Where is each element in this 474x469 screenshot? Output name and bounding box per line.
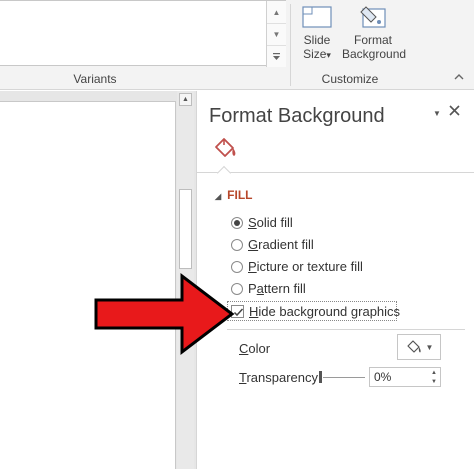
gallery-scroll-down-icon[interactable]: ▼ [267, 23, 286, 45]
fill-tab-paint-bucket-icon[interactable] [211, 137, 239, 163]
gradient-fill-option[interactable]: Gradient fill [231, 237, 314, 252]
gradient-fill-radio[interactable] [231, 238, 243, 251]
picture-fill-option[interactable]: Picture or texture fill [231, 259, 363, 274]
section-divider [227, 329, 465, 330]
variants-group-label: Variants [73, 72, 117, 86]
variants-gallery[interactable]: ▲ ▼ [0, 0, 286, 67]
transparency-label-text: ransparency [246, 370, 319, 385]
format-background-label-1: Format [353, 33, 392, 47]
tab-indicator [216, 165, 232, 181]
red-arrow-annotation [94, 272, 235, 356]
solid-fill-mnemonic: S [248, 215, 257, 230]
picture-fill-label: icture or texture fill [256, 259, 363, 274]
scroll-thumb[interactable] [179, 189, 192, 269]
hide-background-label: ide background graphics [258, 304, 401, 319]
pattern-fill-label: ttern fill [263, 281, 306, 296]
scroll-up-icon[interactable]: ▲ [179, 93, 192, 106]
collapse-ribbon-icon[interactable] [454, 72, 464, 84]
color-label-text: olor [248, 341, 271, 356]
format-background-label-2: Background [342, 47, 407, 61]
pane-options-dropdown-icon[interactable]: ▼ [433, 109, 441, 118]
hide-background-mnemonic: H [249, 304, 259, 319]
color-label: Color [239, 341, 270, 356]
hide-background-graphics-option[interactable]: Hide background graphics [231, 304, 400, 319]
slide-size-label-1: Slide [303, 33, 331, 47]
tab-divider [197, 172, 474, 173]
gradient-fill-mnemonic: G [248, 237, 259, 252]
fill-section-header[interactable]: ◢ FILL [215, 188, 252, 202]
picture-fill-mnemonic: P [248, 259, 257, 274]
collapse-triangle-icon: ◢ [215, 192, 222, 201]
gallery-scrollbar: ▲ ▼ [266, 1, 286, 67]
transparency-slider-thumb[interactable] [319, 371, 322, 383]
pattern-fill-option[interactable]: Pa ttern fill [231, 281, 306, 296]
gradient-fill-label: radient fill [258, 237, 314, 252]
gallery-more-icon[interactable] [267, 45, 286, 67]
color-picker-button[interactable]: ▼ [397, 334, 441, 360]
format-background-button[interactable]: Format Background [342, 2, 407, 68]
transparency-label: Transparency [239, 370, 318, 385]
chevron-down-icon: ▼ [425, 342, 434, 352]
pattern-fill-prefix: P [248, 281, 257, 296]
color-mnemonic: C [239, 341, 249, 356]
pane-title: Format Background [209, 105, 385, 127]
gallery-scroll-up-icon[interactable]: ▲ [267, 1, 286, 23]
format-background-icon [360, 6, 386, 28]
slide-size-label-2: Size▾ [303, 47, 331, 61]
customize-group-label: Customize [321, 72, 379, 86]
spin-up-icon[interactable]: ▲ [428, 368, 440, 377]
paint-bucket-icon [406, 340, 421, 353]
fill-section-label: FILL [227, 188, 253, 202]
solid-fill-radio[interactable] [231, 216, 243, 229]
ribbon: ▲ ▼ Variants Slide Size▾ Format Backgrou… [0, 0, 474, 90]
spin-down-icon[interactable]: ▼ [428, 377, 440, 386]
slide-size-icon [302, 6, 332, 28]
close-icon[interactable] [449, 103, 460, 121]
group-separator [290, 4, 291, 86]
slide-size-button[interactable]: Slide Size▾ [296, 2, 338, 68]
transparency-slider-track[interactable] [323, 377, 365, 378]
pattern-fill-mnemonic: a [256, 281, 264, 296]
solid-fill-option[interactable]: Solid fill [231, 215, 293, 230]
solid-fill-label: olid fill [256, 215, 293, 230]
